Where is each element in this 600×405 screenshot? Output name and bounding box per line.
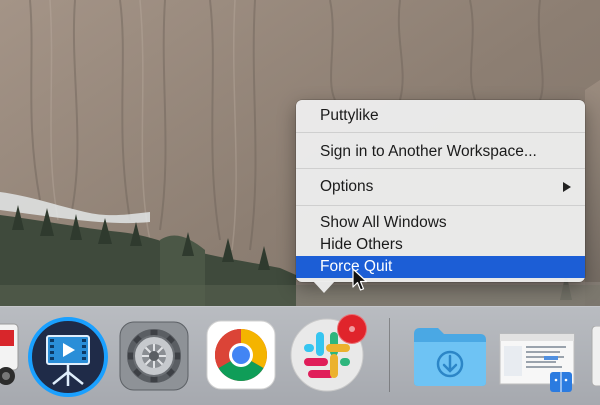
menu-separator	[296, 132, 585, 133]
finder-window-thumbnail[interactable]	[498, 330, 578, 394]
menu-separator	[296, 205, 585, 206]
video-screen-recorder-icon[interactable]	[27, 316, 109, 398]
menu-item-force-quit[interactable]: Force Quit	[296, 256, 585, 278]
system-preferences-gear-icon[interactable]	[118, 320, 190, 392]
red-app-icon[interactable]	[0, 322, 20, 388]
menu-item-label: Puttylike	[320, 107, 379, 124]
downloads-folder-icon[interactable]	[410, 324, 490, 390]
menu-item-app-name[interactable]: Puttylike	[296, 105, 585, 127]
menu-separator	[296, 168, 585, 169]
menu-pointer-arrow	[313, 281, 335, 293]
menu-item-show-all-windows[interactable]: Show All Windows	[296, 212, 585, 234]
dock-context-menu: Puttylike Sign in to Another Workspace..…	[296, 100, 585, 282]
chrome-icon[interactable]	[206, 320, 276, 390]
menu-item-sign-in-workspace[interactable]: Sign in to Another Workspace...	[296, 141, 585, 163]
menu-item-hide-others[interactable]: Hide Others	[296, 234, 585, 256]
notification-badge	[337, 314, 367, 344]
menu-item-options[interactable]: Options	[296, 176, 585, 198]
menu-item-label: Show All Windows	[320, 214, 447, 231]
menu-item-label: Hide Others	[320, 236, 403, 253]
menu-item-label: Sign in to Another Workspace...	[320, 143, 537, 160]
dock-divider	[389, 318, 390, 392]
submenu-arrow-icon	[563, 182, 571, 192]
menu-item-label: Options	[320, 178, 374, 195]
mouse-cursor-icon	[352, 268, 368, 291]
app-icon-partial[interactable]	[590, 325, 600, 387]
